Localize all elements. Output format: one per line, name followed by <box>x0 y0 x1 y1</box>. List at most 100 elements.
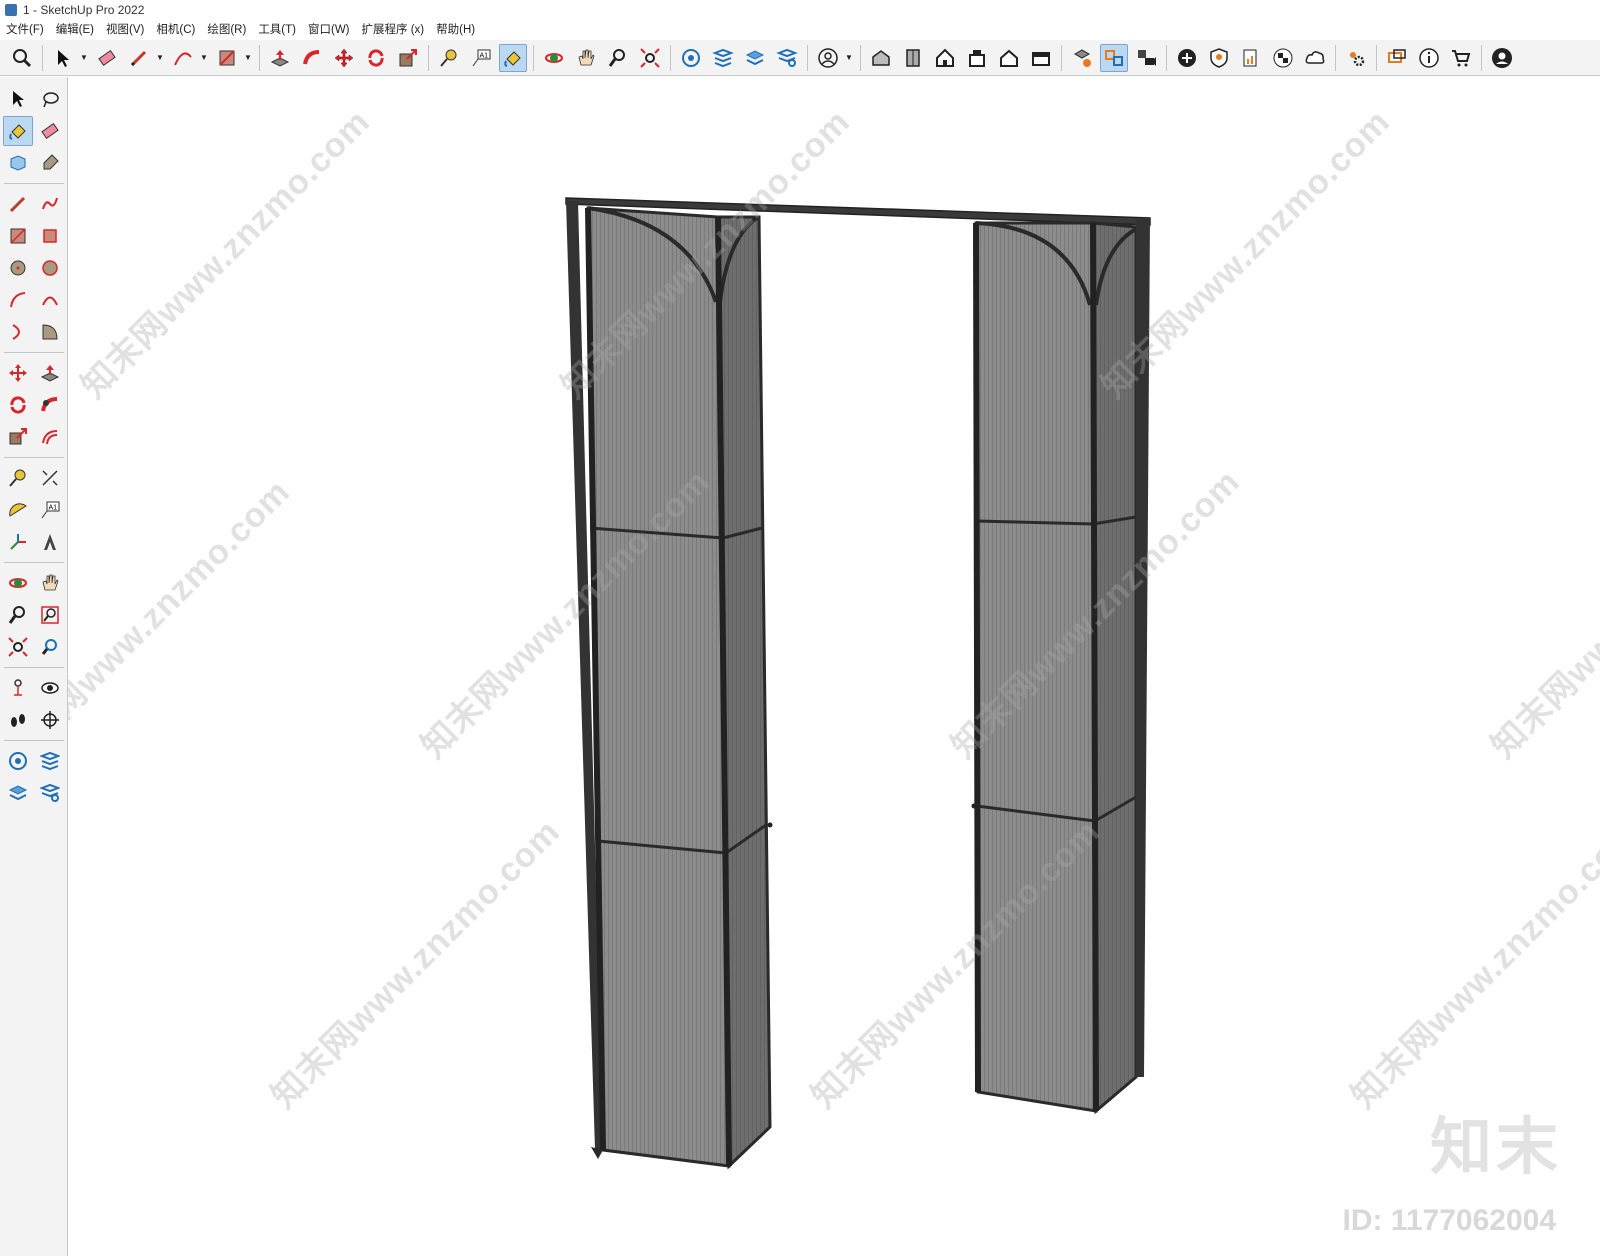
rotate-icon[interactable] <box>3 390 33 420</box>
menu-tools[interactable]: 工具(T) <box>252 20 302 40</box>
dimension-icon[interactable] <box>35 463 65 493</box>
zoom-tool-icon[interactable] <box>3 600 33 630</box>
scale-icon[interactable] <box>3 422 33 452</box>
component-make-icon[interactable] <box>3 148 33 178</box>
menu-camera[interactable]: 相机(C) <box>150 20 201 40</box>
push-pull-icon[interactable] <box>266 44 294 72</box>
arc-icon[interactable] <box>3 285 33 315</box>
tape-measure-icon[interactable] <box>3 463 33 493</box>
chat-icon[interactable] <box>1383 44 1411 72</box>
two-point-arc-icon[interactable] <box>35 285 65 315</box>
pan-icon[interactable] <box>35 568 65 598</box>
chevron-down-icon[interactable]: ▼ <box>199 44 209 72</box>
section-plane-icon[interactable] <box>35 705 65 735</box>
position-camera-icon[interactable] <box>3 673 33 703</box>
layers-icon[interactable] <box>741 44 769 72</box>
paint-bucket-icon[interactable] <box>499 43 527 72</box>
iso-view-icon[interactable] <box>867 44 895 72</box>
circle-icon[interactable] <box>3 253 33 283</box>
axes-icon[interactable] <box>3 527 33 557</box>
warehouse-icon[interactable] <box>677 44 705 72</box>
home-view-icon[interactable] <box>931 44 959 72</box>
top-view-icon[interactable] <box>899 44 927 72</box>
right-view-icon[interactable] <box>995 44 1023 72</box>
lasso-select-icon[interactable] <box>35 84 65 114</box>
pencil-icon[interactable] <box>3 189 33 219</box>
follow-me-icon[interactable] <box>35 390 65 420</box>
offset-icon[interactable] <box>35 422 65 452</box>
rotate-icon[interactable] <box>362 44 390 72</box>
menu-draw[interactable]: 绘图(R) <box>201 20 252 40</box>
select-icon[interactable] <box>49 44 77 72</box>
account-icon[interactable] <box>1488 44 1516 72</box>
shield-icon[interactable] <box>1205 44 1233 72</box>
gears-icon[interactable] <box>1342 44 1370 72</box>
previous-view-icon[interactable] <box>35 632 65 662</box>
front-view-icon[interactable] <box>963 44 991 72</box>
pencil-icon[interactable] <box>125 44 153 72</box>
look-around-icon[interactable] <box>35 673 65 703</box>
menu-edit[interactable]: 编辑(E) <box>50 20 100 40</box>
select-icon[interactable] <box>3 84 33 114</box>
walk-icon[interactable] <box>3 705 33 735</box>
follow-me-icon[interactable] <box>298 44 326 72</box>
zoom-extents-icon[interactable] <box>636 44 664 72</box>
zoom-extents-icon[interactable] <box>3 632 33 662</box>
arc-icon[interactable] <box>169 44 197 72</box>
menu-view[interactable]: 视图(V) <box>100 20 150 40</box>
rotated-rectangle-icon[interactable] <box>35 221 65 251</box>
chevron-down-icon[interactable]: ▼ <box>79 44 89 72</box>
settings-icon[interactable] <box>773 44 801 72</box>
zoom-icon[interactable] <box>8 44 36 72</box>
tag-icon[interactable] <box>35 148 65 178</box>
chevron-down-icon[interactable]: ▼ <box>844 44 854 72</box>
eraser-icon[interactable] <box>93 44 121 72</box>
scene-icon[interactable] <box>1132 44 1160 72</box>
component-icon[interactable] <box>1068 44 1096 72</box>
add-icon[interactable] <box>1173 44 1201 72</box>
settings-icon[interactable] <box>35 778 65 808</box>
paint-bucket-icon[interactable] <box>3 116 33 146</box>
back-view-icon[interactable] <box>1027 44 1055 72</box>
three-point-arc-icon[interactable] <box>3 317 33 347</box>
profile-icon[interactable] <box>814 44 842 72</box>
cart-icon[interactable] <box>1447 44 1475 72</box>
3d-text-icon[interactable] <box>35 527 65 557</box>
model-viewport[interactable]: 知末网www.znzmo.com 知末网www.znzmo.com 知末网www… <box>68 77 1600 1256</box>
scale-icon[interactable] <box>394 44 422 72</box>
menu-file[interactable]: 文件(F) <box>0 20 50 40</box>
cloud-icon[interactable] <box>1301 44 1329 72</box>
protractor-icon[interactable] <box>3 495 33 525</box>
watermark-id: ID: 1177062004 <box>1342 1204 1556 1237</box>
freehand-icon[interactable] <box>35 189 65 219</box>
pie-icon[interactable] <box>35 317 65 347</box>
polygon-icon[interactable] <box>35 253 65 283</box>
pan-icon[interactable] <box>572 44 600 72</box>
info-icon[interactable] <box>1415 44 1443 72</box>
orbit-icon[interactable] <box>3 568 33 598</box>
text-icon[interactable]: A1 <box>467 44 495 72</box>
zoom-window-icon[interactable] <box>35 600 65 630</box>
report-icon[interactable] <box>1237 44 1265 72</box>
extension-icon[interactable] <box>709 44 737 72</box>
chevron-down-icon[interactable]: ▼ <box>243 44 253 72</box>
text-icon[interactable]: A1 <box>35 495 65 525</box>
menu-window[interactable]: 窗口(W) <box>302 20 356 40</box>
eraser-icon[interactable] <box>35 116 65 146</box>
warehouse-icon[interactable] <box>3 746 33 776</box>
move-icon[interactable] <box>330 44 358 72</box>
checker-icon[interactable] <box>1269 44 1297 72</box>
tape-measure-icon[interactable] <box>435 44 463 72</box>
menu-help[interactable]: 帮助(H) <box>430 20 481 40</box>
chevron-down-icon[interactable]: ▼ <box>155 44 165 72</box>
push-pull-icon[interactable] <box>35 358 65 388</box>
move-icon[interactable] <box>3 358 33 388</box>
rectangle-icon[interactable] <box>3 221 33 251</box>
rectangle-icon[interactable] <box>213 44 241 72</box>
zoom-tool-icon[interactable] <box>604 44 632 72</box>
swap-icon[interactable] <box>1100 43 1128 72</box>
extension-icon[interactable] <box>35 746 65 776</box>
orbit-icon[interactable] <box>540 44 568 72</box>
menu-extensions[interactable]: 扩展程序 (x) <box>356 20 431 40</box>
layers-icon[interactable] <box>3 778 33 808</box>
